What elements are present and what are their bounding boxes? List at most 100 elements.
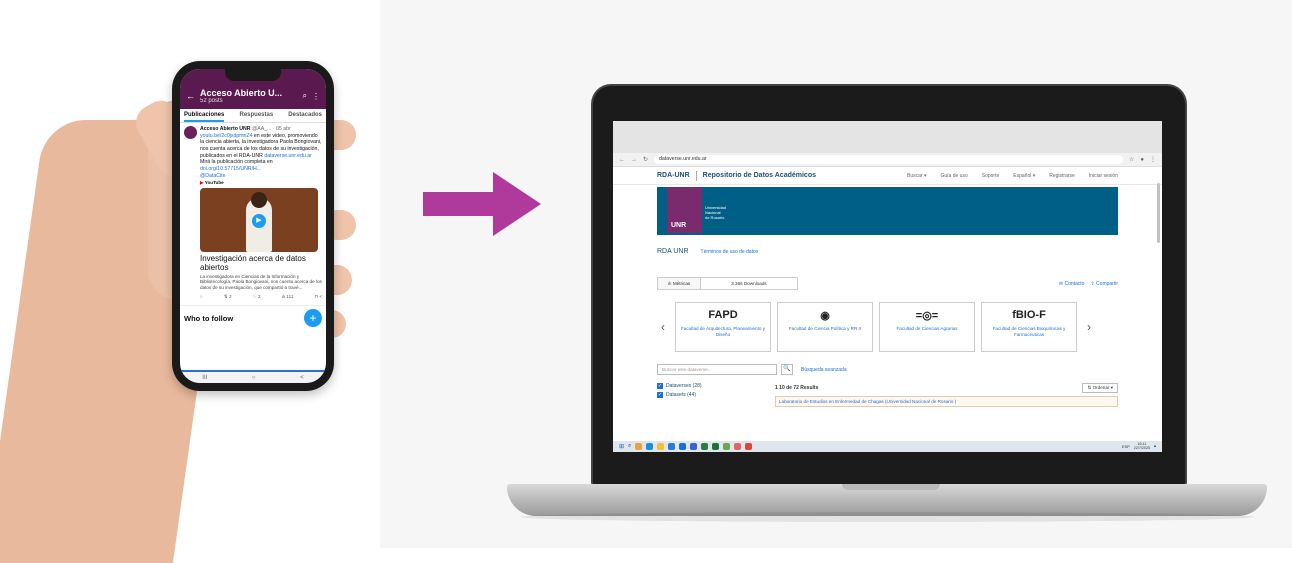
results-count: 1 10 de 72 Results	[775, 385, 819, 391]
site-brand[interactable]: RDA-UNR	[657, 172, 690, 179]
taskbar-app-icon[interactable]	[635, 443, 643, 450]
more-options-icon[interactable]: ⋮	[312, 92, 320, 101]
tab-respuestas[interactable]: Respuestas	[239, 112, 273, 122]
clock[interactable]: 16:11 22/7/2025	[1134, 442, 1150, 451]
results-area: ✓ Dataverses (28) ✓ Datasets (44) 1 10 de …	[657, 383, 1118, 407]
taskbar-app-icon[interactable]	[712, 443, 720, 450]
search-icon[interactable]: 🔍	[781, 364, 793, 375]
tab-destacados[interactable]: Destacados	[288, 112, 322, 122]
views-button[interactable]: ılı 111	[282, 294, 294, 300]
back-icon[interactable]: <	[300, 375, 304, 381]
metrics-row: ılı Métricas 3.366 Downloads ✉ Contacto …	[657, 277, 1118, 290]
nav-registrarse[interactable]: Registrarse	[1049, 173, 1075, 179]
taskbar-app-icon[interactable]	[734, 443, 742, 450]
nav-iniciar-sesion[interactable]: Iniciar sesión	[1089, 173, 1118, 179]
checkbox-icon[interactable]: ✓	[657, 383, 663, 389]
nav-guia[interactable]: Guía de uso	[941, 173, 968, 179]
faculty-logo: fBIO-F	[1012, 309, 1046, 321]
faculty-card[interactable]: =◎= Facultad de Ciencias Agrarias	[879, 302, 975, 352]
faculty-label[interactable]: Facultad de Ciencias Agrarias	[880, 326, 974, 332]
taskbar-app-icon[interactable]	[668, 443, 676, 450]
bookmark-share-button[interactable]: ⊓ <	[314, 294, 322, 300]
forward-icon[interactable]: →	[631, 157, 637, 163]
carousel-prev-icon[interactable]: ‹	[657, 320, 669, 334]
back-icon[interactable]: ←	[619, 157, 625, 163]
arrow-right-icon	[423, 172, 541, 236]
recent-apps-icon[interactable]: III	[202, 375, 207, 381]
compose-button[interactable]: +	[304, 309, 322, 328]
post[interactable]: Acceso Abierto UNR @AA_... · 05 abr yout…	[180, 123, 326, 303]
taskbar-app-icon[interactable]	[701, 443, 709, 450]
sort-button[interactable]: ⇅ Ordenar ▾	[1082, 383, 1118, 393]
faculty-card[interactable]: ◉ Facultad de Ciencia Política y RR II	[777, 302, 873, 352]
like-button[interactable]: ♡ 2	[253, 294, 261, 300]
advanced-search-link[interactable]: Búsqueda avanzada	[801, 367, 847, 373]
search-icon[interactable]: ⌕	[628, 443, 631, 450]
dataverse-banner: UNR Universidad Nacional de Rosario	[657, 187, 1118, 235]
menu-icon[interactable]: ⋮	[1150, 156, 1156, 163]
language-indicator[interactable]: ESP	[1122, 444, 1130, 449]
doi-link[interactable]: doi.org/10.57715/UNR/H...	[200, 166, 261, 172]
youtube-icon: ▶	[200, 180, 204, 186]
video-thumbnail[interactable]: ▶	[200, 188, 318, 253]
smartphone: ← Acceso Abierto U... 52 posts ⌕ ⋮ Publi…	[172, 61, 334, 391]
tab-publicaciones[interactable]: Publicaciones	[184, 112, 225, 122]
notifications-icon[interactable]: ▪	[1154, 444, 1156, 450]
faculty-card[interactable]: FAPD Facultad de Arquitectura, Planeamie…	[675, 302, 771, 352]
carousel-next-icon[interactable]: ›	[1083, 320, 1095, 334]
reply-button[interactable]: ○	[200, 294, 203, 300]
taskbar-app-icon[interactable]	[723, 443, 731, 450]
youtube-source-label: YouTube	[204, 180, 224, 186]
datacite-mention[interactable]: @DataCite	[200, 173, 322, 180]
phone-notch	[225, 69, 281, 81]
post-actions: ○ ⇅ 2 ♡ 2 ılı 111 ⊓ <	[200, 294, 322, 300]
faculty-label[interactable]: Facultad de Ciencias Bioquímicas y Farma…	[982, 326, 1076, 339]
reload-icon[interactable]: ↻	[643, 156, 648, 163]
nav-soporte[interactable]: Soporte	[982, 173, 1000, 179]
post-body: Acceso Abierto UNR @AA_... · 05 abr yout…	[200, 126, 322, 300]
dataverse-title[interactable]: RDA UNR	[657, 248, 689, 255]
terms-link[interactable]: Términos de uso de datos	[701, 249, 759, 255]
taskbar-app-icon[interactable]	[690, 443, 698, 450]
faculty-label[interactable]: Facultad de Arquitectura, Planeamiento y…	[676, 326, 770, 339]
result-item[interactable]: Laboratorio de Estudios en Enfermedad de…	[775, 396, 1118, 407]
post-author[interactable]: Acceso Abierto UNR	[200, 126, 251, 132]
avatar[interactable]	[184, 126, 197, 139]
results-list: 1 10 de 72 Results ⇅ Ordenar ▾ Laborator…	[775, 383, 1118, 407]
facet-dataverses[interactable]: ✓ Dataverses (28)	[657, 383, 767, 389]
taskbar-app-icon[interactable]	[657, 443, 665, 450]
address-bar[interactable]: dataverse.unr.edu.ar	[654, 155, 1123, 164]
site-brand-full[interactable]: Repositorio de Datos Académicos	[703, 172, 893, 179]
taskbar-app-icon[interactable]	[646, 443, 654, 450]
youtube-link[interactable]: youtu.be/2c0jxdpmnZ4	[200, 133, 252, 139]
profile-icon[interactable]: ●	[1140, 157, 1144, 163]
back-arrow-icon[interactable]: ←	[186, 91, 195, 101]
search-input[interactable]: Buscar este dataverse...	[657, 364, 777, 375]
scrollbar[interactable]	[1157, 183, 1160, 243]
faculty-label[interactable]: Facultad de Ciencia Política y RR II	[778, 326, 872, 332]
facet-datasets[interactable]: ✓ Datasets (44)	[657, 392, 767, 398]
share-button[interactable]: ⇪ Compartir	[1090, 281, 1118, 287]
video-title[interactable]: Investigación acerca de datos abiertos	[200, 254, 322, 272]
taskbar-app-icon[interactable]	[745, 443, 753, 450]
nav-buscar[interactable]: Buscar ▾	[907, 173, 926, 179]
dataverse-link[interactable]: dataverse.unr.edu.ar	[264, 153, 312, 159]
windows-start-icon[interactable]: ⊞	[619, 443, 624, 450]
faculty-card[interactable]: fBIO-F Facultad de Ciencias Bioquímicas …	[981, 302, 1077, 352]
browser-toolbar: ← → ↻ dataverse.unr.edu.ar ☆ ● ⋮	[613, 153, 1162, 167]
facet-label: Datasets (44)	[666, 392, 697, 398]
home-icon[interactable]: ○	[252, 375, 256, 381]
video-description: La investigadora en Ciencias de la Infor…	[200, 273, 322, 291]
metrics-tab[interactable]: ılı Métricas	[657, 277, 702, 290]
taskbar-app-icon[interactable]	[679, 443, 687, 450]
facet-label: Dataverses (28)	[666, 383, 702, 389]
who-to-follow-heading: Who to follow	[184, 313, 234, 323]
contact-button[interactable]: ✉ Contacto	[1059, 281, 1085, 287]
university-name-line: de Rosario	[705, 215, 725, 221]
repost-button[interactable]: ⇅ 2	[224, 294, 232, 300]
search-icon[interactable]: ⌕	[303, 91, 307, 101]
star-icon[interactable]: ☆	[1129, 156, 1134, 163]
checkbox-icon[interactable]: ✓	[657, 392, 663, 398]
brand-divider	[695, 170, 697, 181]
nav-idioma[interactable]: Español ▾	[1013, 173, 1035, 179]
